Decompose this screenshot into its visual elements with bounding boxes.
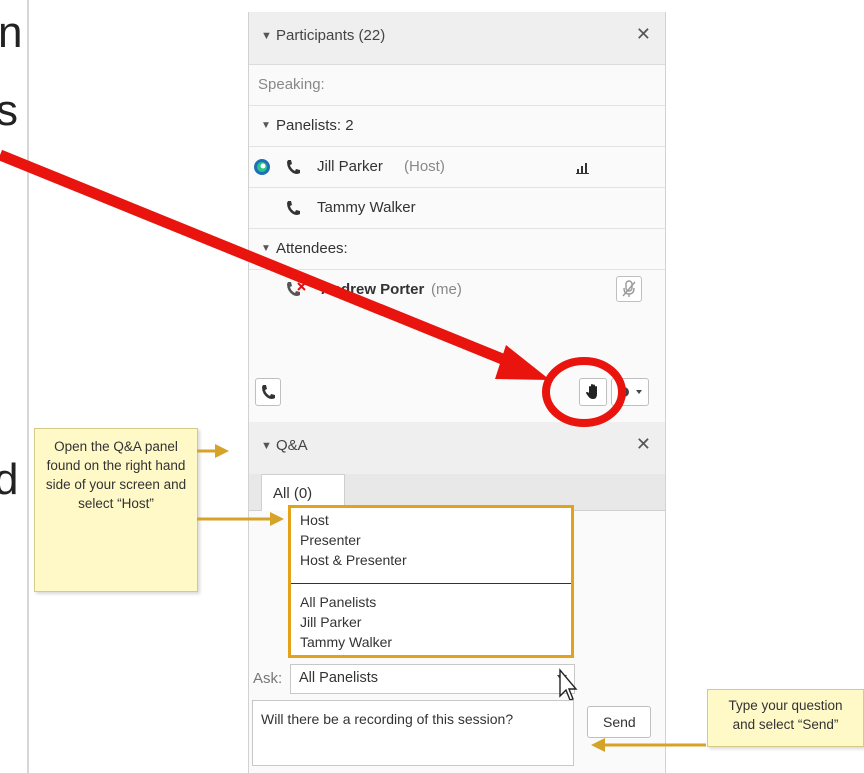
callout-arrow-head — [270, 512, 284, 526]
callout-arrow-head — [215, 444, 229, 458]
callout-arrow-head — [591, 738, 605, 752]
red-arrow-head — [495, 345, 550, 380]
red-highlight-circle — [542, 357, 626, 427]
annotation-overlay — [0, 149, 706, 752]
red-pointer-arrow — [0, 149, 525, 373]
